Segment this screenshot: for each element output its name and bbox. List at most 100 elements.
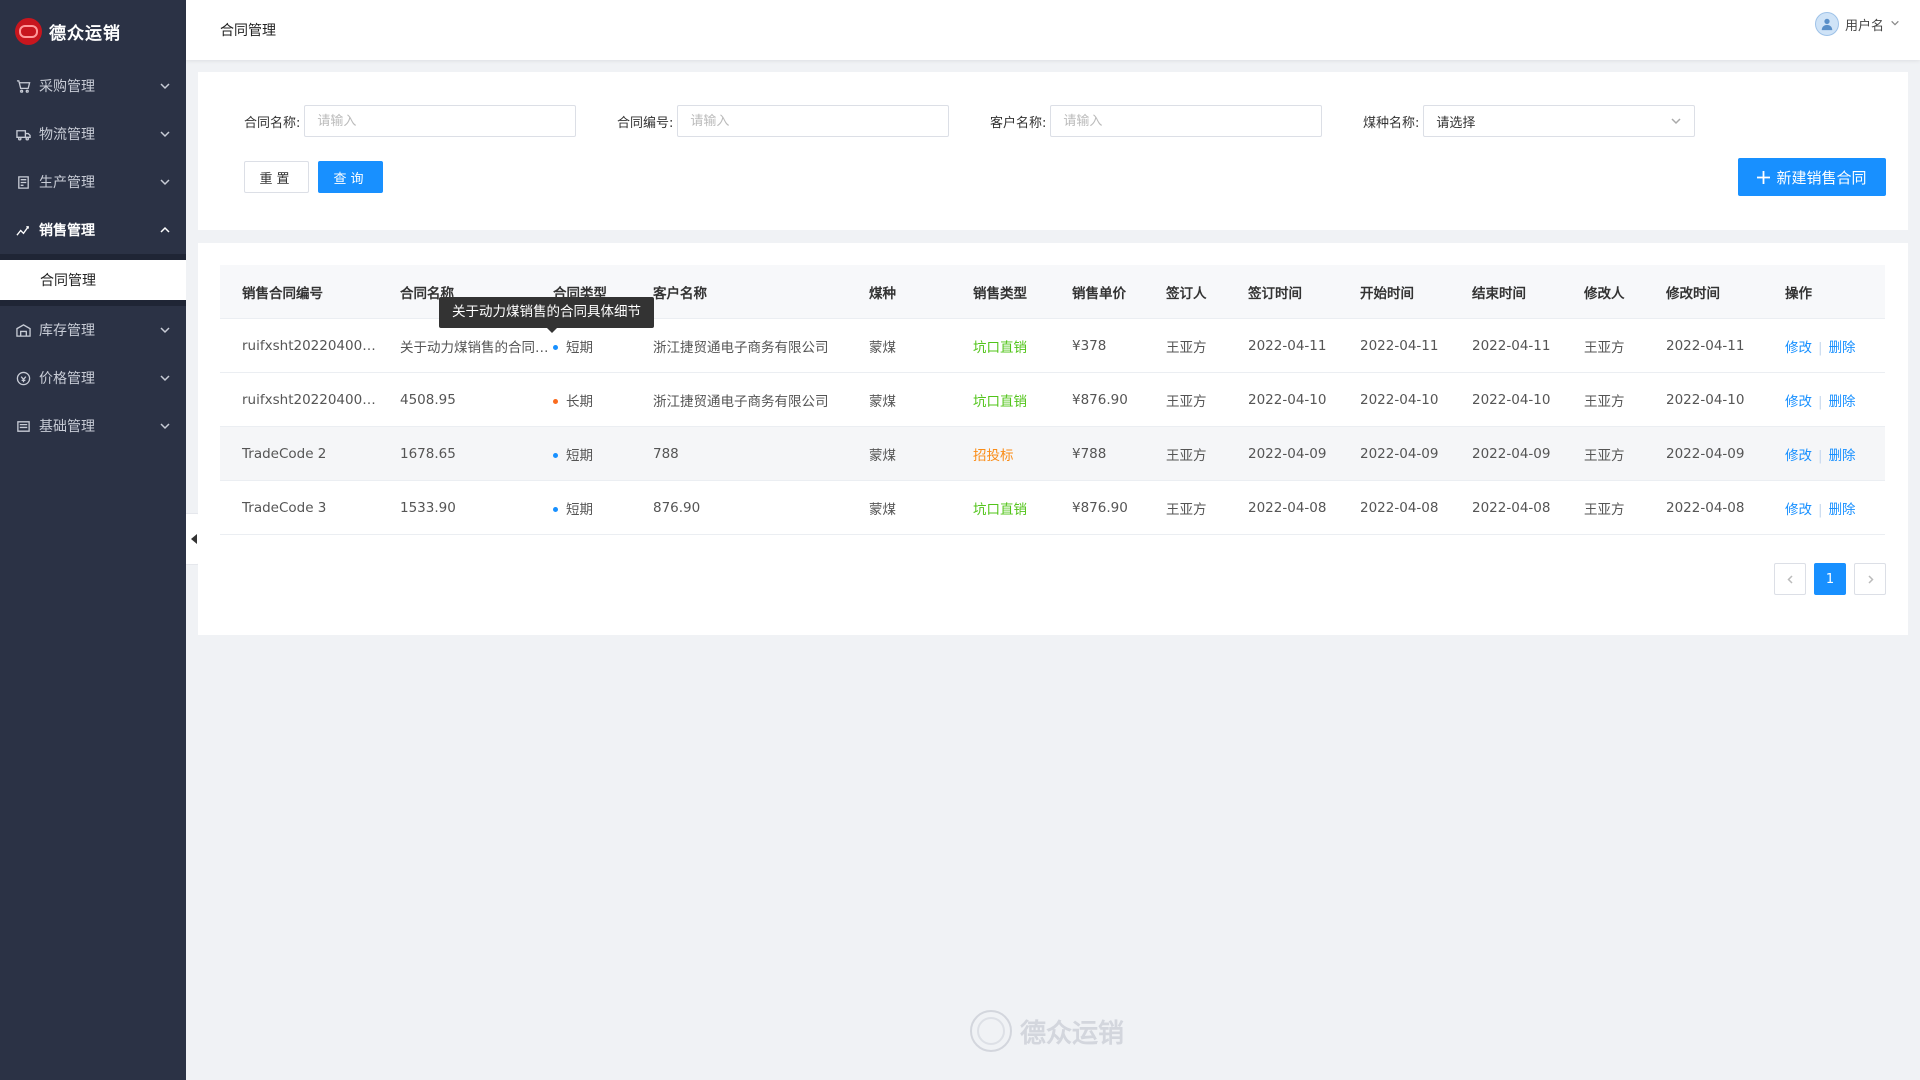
cell-code: TradeCode 2 [242,445,327,462]
cell-actions: 修改 | 删除 [1763,498,1885,518]
contract-name-input[interactable] [304,105,577,137]
user-name: 用户名 [1844,18,1884,34]
prev-page-button[interactable] [1774,563,1806,595]
new-sales-contract-button[interactable]: 新建销售合同 [1738,158,1886,196]
sidebar-item-label: 价格管理 [39,371,95,387]
page-button-current[interactable]: 1 [1814,563,1846,595]
plus-icon [1757,170,1771,184]
col-header: 开始时间 [1360,285,1414,302]
cell-end-date: 2022-04-10 [1472,391,1551,408]
cell-mod-date: 2022-04-10 [1666,391,1745,408]
action-divider: | [1818,393,1823,410]
cell-actions: 修改 | 删除 [1763,444,1885,464]
cell-signer: 王亚方 [1166,447,1207,464]
query-button[interactable]: 查询 [318,161,383,193]
brand[interactable]: 德众运销 [0,0,186,62]
edit-link[interactable]: 修改 [1785,340,1812,356]
delete-link[interactable]: 删除 [1829,394,1856,410]
chevron-right-icon [1867,574,1874,584]
cell-modifier: 王亚方 [1584,393,1625,410]
type-label: 短期 [566,339,593,356]
truck-icon [15,126,31,142]
next-page-button[interactable] [1854,563,1886,595]
brand-name: 德众运销 [49,23,121,44]
col-header: 销售单价 [1072,285,1126,302]
filter-panel: 合同名称: 合同编号: 客户名称: 煤种名称: 请选择 重置 查询 新建销售合同 [198,72,1908,230]
cell-customer: 876.90 [653,499,701,516]
watermark: 德众运销 [970,1010,1124,1052]
reset-button[interactable]: 重置 [244,161,309,193]
chevron-down-icon [159,324,171,336]
cell-signer: 王亚方 [1166,393,1207,410]
sidebar: 德众运销 采购管理 物流管理 生产管理 销售管理 合同管理 库存管理 价格管理 … [0,0,186,1080]
cart-icon [15,78,31,94]
chevron-up-icon [159,224,171,236]
cell-end-date: 2022-04-11 [1472,337,1551,354]
col-header: 销售类型 [973,285,1027,302]
cell-actions: 修改 | 删除 [1763,390,1885,410]
delete-link[interactable]: 删除 [1829,448,1856,464]
brand-logo-icon [15,17,42,45]
user-menu[interactable]: 用户名 [1814,12,1900,36]
chevron-down-icon [159,372,171,384]
chevron-left-icon [1786,574,1793,584]
coal-type-field: 煤种名称: 请选择 [1363,105,1696,137]
chart-icon [15,222,31,238]
table-row[interactable]: TradeCode 3 1533.90 短期 876.90 蒙煤 坑口直销 ¥8… [220,481,1885,535]
sidebar-item-purchase[interactable]: 采购管理 [0,62,186,110]
breadcrumb: 合同管理 [220,23,276,39]
col-header: 签订时间 [1248,285,1302,302]
cell-name: 4508.95 [400,391,456,408]
cell-price: ¥378 [1072,337,1107,354]
edit-link[interactable]: 修改 [1785,394,1812,410]
list-icon [15,418,31,434]
type-dot-icon [553,345,558,350]
type-dot-icon [553,399,558,404]
edit-link[interactable]: 修改 [1785,448,1812,464]
type-label: 短期 [566,501,593,518]
warehouse-icon [15,322,31,338]
contract-no-input[interactable] [677,105,950,137]
cell-type: 短期 [551,444,631,464]
top-header: 合同管理 用户名 [186,0,1920,60]
table-row[interactable]: ruifxsht2022040002 4508.95 长期 浙江捷贸通电子商务有… [220,373,1885,427]
customer-name-label: 客户名称: [990,115,1047,131]
cell-type: 长期 [551,390,631,410]
sidebar-item-inventory[interactable]: 库存管理 [0,306,186,354]
clipboard-icon [15,174,31,190]
sidebar-item-sales[interactable]: 销售管理 [0,206,186,254]
col-header: 操作 [1785,285,1812,302]
cell-customer: 788 [653,445,679,462]
cell-name: 1533.90 [400,499,456,516]
sidebar-item-production[interactable]: 生产管理 [0,158,186,206]
contract-name-tooltip: 关于动力煤销售的合同具体细节 [439,297,654,333]
cell-signer: 王亚方 [1166,501,1207,518]
contract-name-label: 合同名称: [244,115,301,131]
cell-mod-date: 2022-04-08 [1666,499,1745,516]
cell-sign-date: 2022-04-09 [1248,445,1327,462]
delete-link[interactable]: 删除 [1829,340,1856,356]
price-icon [15,370,31,386]
edit-link[interactable]: 修改 [1785,502,1812,518]
delete-link[interactable]: 删除 [1829,502,1856,518]
sidebar-item-label: 库存管理 [39,323,95,339]
chevron-down-icon [159,80,171,92]
col-header: 修改人 [1584,285,1625,302]
cell-sign-date: 2022-04-11 [1248,337,1327,354]
cell-mod-date: 2022-04-11 [1666,337,1745,354]
chevron-down-icon [159,128,171,140]
sidebar-item-price[interactable]: 价格管理 [0,354,186,402]
sidebar-item-logistics[interactable]: 物流管理 [0,110,186,158]
coal-type-select[interactable]: 请选择 [1423,105,1696,137]
cell-start-date: 2022-04-08 [1360,499,1439,516]
cell-start-date: 2022-04-11 [1360,337,1439,354]
table-row[interactable]: TradeCode 2 1678.65 短期 788 蒙煤 招投标 ¥788 王… [220,427,1885,481]
cell-end-date: 2022-04-09 [1472,445,1551,462]
sidebar-item-basic[interactable]: 基础管理 [0,402,186,450]
sidebar-subitem-contract[interactable]: 合同管理 [0,260,186,300]
new-sales-contract-label: 新建销售合同 [1776,168,1867,187]
customer-name-input[interactable] [1050,105,1323,137]
chevron-down-icon [1671,118,1681,125]
col-header: 煤种 [869,285,896,302]
type-label: 短期 [566,447,593,464]
